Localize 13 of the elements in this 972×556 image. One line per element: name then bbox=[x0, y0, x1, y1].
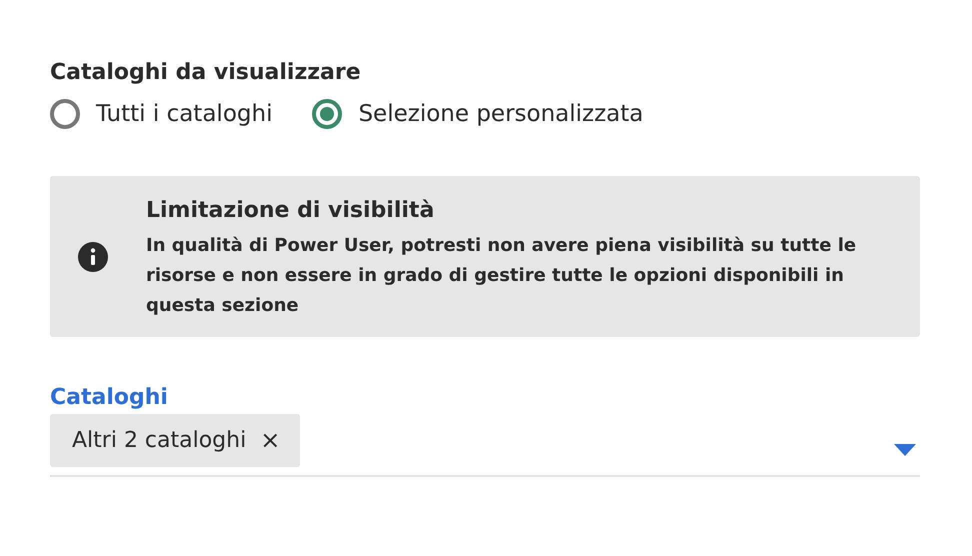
radio-button[interactable] bbox=[50, 99, 80, 130]
remove-button[interactable]: × bbox=[260, 428, 280, 452]
notice-text: In qualità di Power User, potresti non avere piena visibilità su tutte le risorse e non essere in grado di gestire tutte le opzioni disponibili in questa sezione bbox=[146, 234, 858, 318]
radio-label[interactable]: Tutti i cataloghi bbox=[96, 97, 272, 132]
radio-label[interactable]: Selezione personalizzata bbox=[358, 97, 644, 132]
info-icon bbox=[78, 242, 108, 272]
chip-label: Altri 2 cataloghi bbox=[72, 426, 246, 454]
field-label: Cataloghi bbox=[50, 384, 169, 412]
radio-button[interactable] bbox=[312, 99, 342, 130]
dropdown-caret-icon[interactable] bbox=[894, 444, 916, 456]
notice-title: Limitazione di visibilità bbox=[146, 196, 436, 224]
catalog-select[interactable]: Altri 2 cataloghi × bbox=[50, 414, 920, 476]
group-title: Cataloghi da visualizzare bbox=[50, 59, 362, 87]
